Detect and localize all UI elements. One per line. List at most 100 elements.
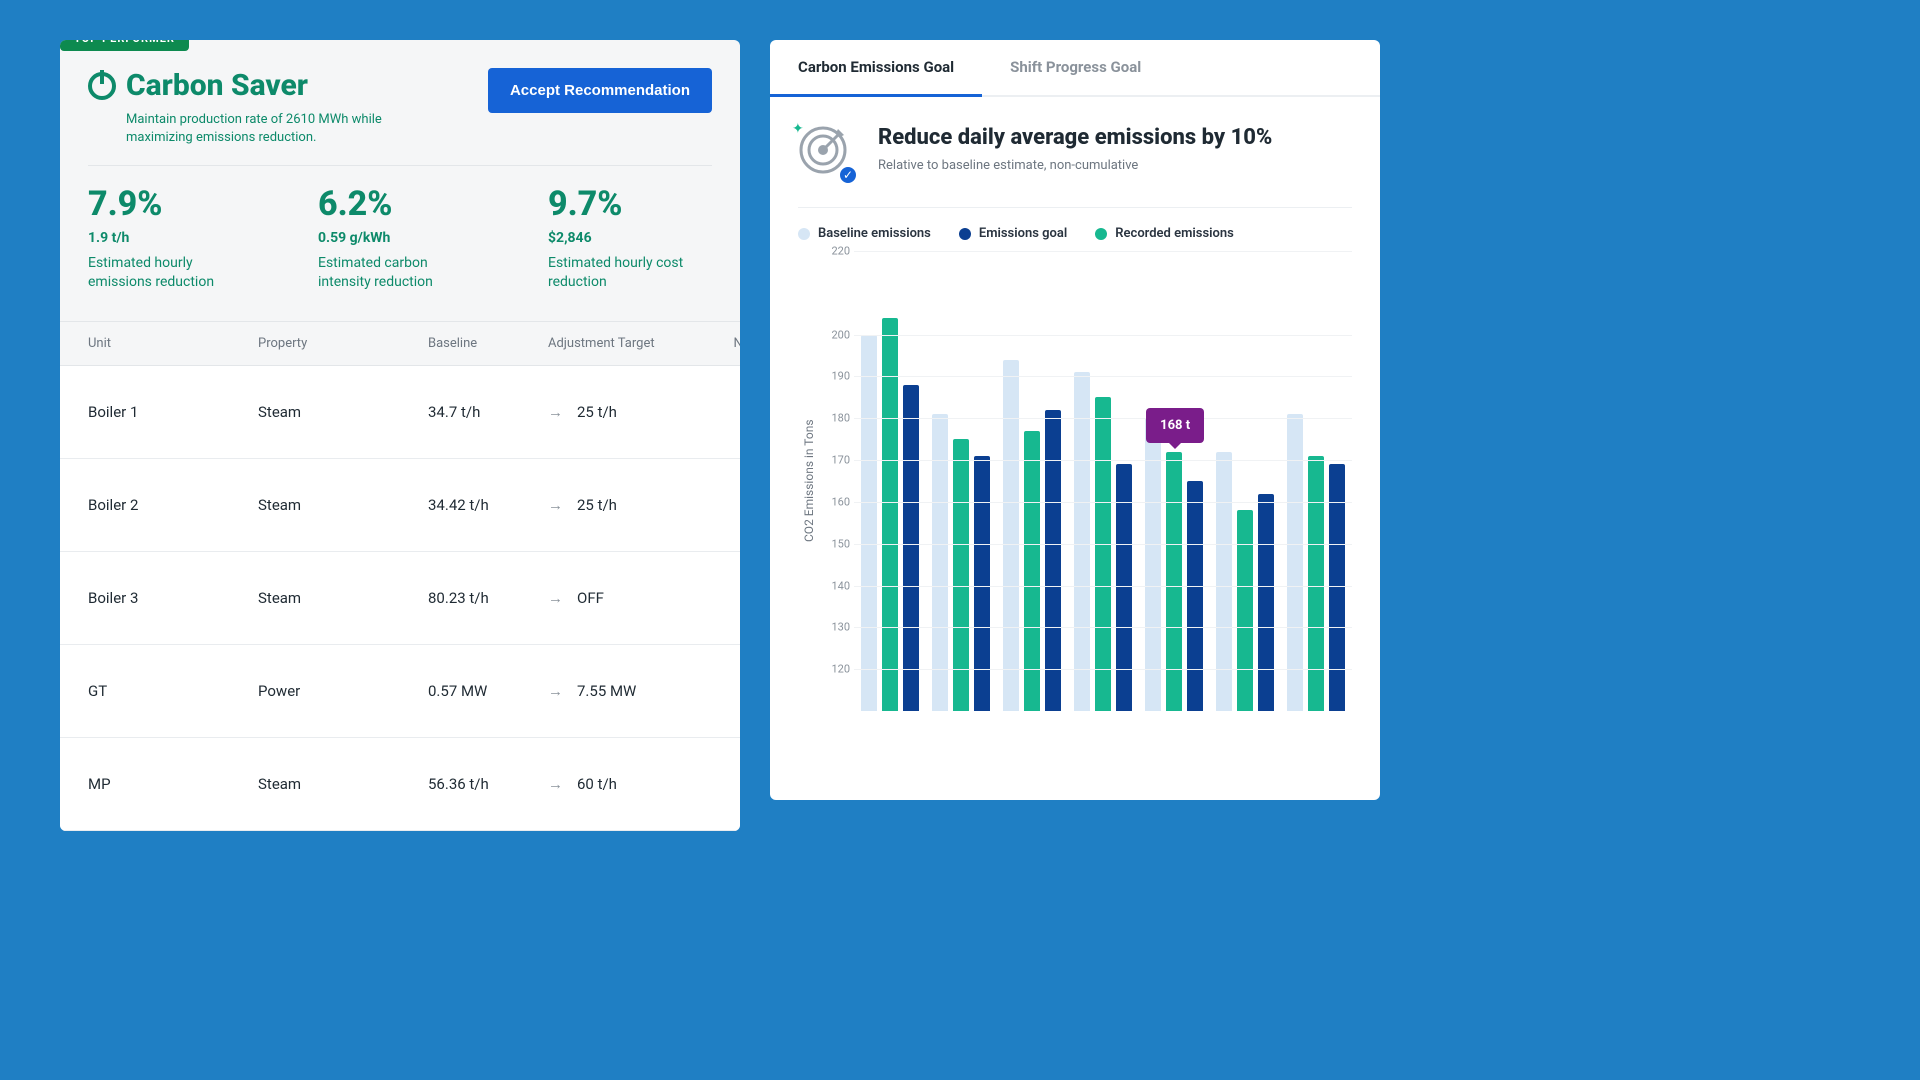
y-tick: 220 (831, 245, 850, 258)
bar-group (1281, 251, 1352, 711)
emissions-chart: CO2 Emissions in Tons 220 200 190 180 170 160… (770, 247, 1380, 711)
cell-unit: Boiler 3 (88, 589, 258, 607)
metric-sub: 0.59 g/kWh (318, 230, 478, 246)
metric-label: Estimated carbon intensity reduction (318, 254, 478, 290)
metric-sub: $2,846 (548, 230, 708, 246)
y-tick: 200 (831, 328, 850, 341)
table-header: Unit Property Baseline Adjustment Target… (60, 321, 740, 366)
goal-subtitle: Relative to baseline estimate, non-cumul… (878, 158, 1272, 173)
cell-adjustment: →7.55 MW (548, 682, 678, 700)
y-tick: 170 (831, 454, 850, 467)
cell-adjustment: →25 t/h (548, 403, 678, 421)
bar[interactable] (1308, 456, 1324, 711)
bar-group (854, 251, 925, 711)
col-unit: Unit (88, 336, 258, 351)
cell-baseline: 80.23 t/h (428, 589, 548, 607)
bar[interactable] (1287, 414, 1303, 711)
metric-label: Estimated hourly cost reduction (548, 254, 708, 290)
metrics-row: 7.9% 1.9 t/h Estimated hourly emissions … (88, 184, 712, 298)
tab-shift-progress-goal[interactable]: Shift Progress Goal (982, 40, 1169, 97)
col-adjustment: Adjustment Target (548, 336, 678, 351)
y-tick: 160 (831, 495, 850, 508)
bar[interactable] (932, 414, 948, 711)
bar[interactable] (1145, 418, 1161, 711)
metric: 9.7% $2,846 Estimated hourly cost reduct… (548, 184, 708, 290)
table-row: MP Steam 56.36 t/h →60 t/h + (60, 738, 740, 831)
col-property: Property (258, 336, 428, 351)
metric-pct: 9.7% (548, 184, 708, 224)
y-axis-label: CO2 Emissions in Tons (798, 251, 820, 711)
bar[interactable] (1237, 510, 1253, 711)
arrow-right-icon: → (548, 589, 563, 607)
target-icon: ✦ ✓ (798, 125, 856, 183)
card-title: Carbon Saver (126, 68, 308, 103)
cell-unit: Boiler 1 (88, 403, 258, 421)
bar-group (1210, 251, 1281, 711)
cell-baseline: 34.42 t/h (428, 496, 548, 514)
card-subtitle: Maintain production rate of 2610 MWh whi… (126, 111, 426, 147)
col-notes: Notes (678, 336, 740, 351)
bar[interactable] (974, 456, 990, 711)
legend-recorded: Recorded emissions (1115, 226, 1234, 241)
metric-label: Estimated hourly emissions reduction (88, 254, 248, 290)
metric-pct: 7.9% (88, 184, 248, 224)
table-row: Boiler 1 Steam 34.7 t/h →25 t/h + (60, 366, 740, 459)
y-tick: 140 (831, 579, 850, 592)
cell-baseline: 56.36 t/h (428, 775, 548, 793)
bar[interactable] (953, 439, 969, 711)
bar-group (996, 251, 1067, 711)
table-row: Boiler 3 Steam 80.23 t/h →OFF 1 (60, 552, 740, 645)
bar[interactable] (1258, 494, 1274, 711)
arrow-right-icon: → (548, 496, 563, 514)
tabs: Carbon Emissions GoalShift Progress Goal (770, 40, 1380, 97)
metric-sub: 1.9 t/h (88, 230, 248, 246)
top-performer-badge: TOP PERFORMER (60, 40, 189, 51)
cell-unit: MP (88, 775, 258, 793)
cell-property: Steam (258, 775, 428, 793)
bar[interactable] (1095, 397, 1111, 711)
cell-adjustment: →60 t/h (548, 775, 678, 793)
bar-group (925, 251, 996, 711)
y-tick: 190 (831, 370, 850, 383)
cell-adjustment: →25 t/h (548, 496, 678, 514)
goal-title: Reduce daily average emissions by 10% (878, 125, 1272, 150)
accept-recommendation-button[interactable]: Accept Recommendation (488, 68, 712, 113)
bar[interactable] (1166, 452, 1182, 711)
chart-legend: Baseline emissions Emissions goal Record… (770, 218, 1380, 247)
y-tick: 150 (831, 537, 850, 550)
bar[interactable] (903, 385, 919, 711)
emissions-goal-card: Carbon Emissions GoalShift Progress Goal… (770, 40, 1380, 800)
table-row: Boiler 2 Steam 34.42 t/h →25 t/h + (60, 459, 740, 552)
arrow-right-icon: → (548, 403, 563, 421)
legend-goal: Emissions goal (979, 226, 1067, 241)
check-icon: ✓ (838, 165, 858, 185)
arrow-right-icon: → (548, 775, 563, 793)
cell-property: Steam (258, 496, 428, 514)
y-tick: 180 (831, 412, 850, 425)
cell-property: Steam (258, 403, 428, 421)
cell-unit: GT (88, 682, 258, 700)
bar[interactable] (1003, 360, 1019, 711)
bar-group (1067, 251, 1138, 711)
bar[interactable] (1216, 452, 1232, 711)
table-row: GT Power 0.57 MW →7.55 MW + (60, 645, 740, 738)
y-tick: 130 (831, 621, 850, 634)
chart-tooltip: 168 t (1146, 408, 1204, 443)
cell-adjustment: →OFF (548, 589, 678, 607)
cell-baseline: 0.57 MW (428, 682, 548, 700)
cell-baseline: 34.7 t/h (428, 403, 548, 421)
legend-baseline: Baseline emissions (818, 226, 931, 241)
cell-property: Power (258, 682, 428, 700)
metric: 7.9% 1.9 t/h Estimated hourly emissions … (88, 184, 248, 290)
bar[interactable] (1187, 481, 1203, 711)
bar[interactable] (1045, 410, 1061, 711)
bar[interactable] (1074, 372, 1090, 711)
metric: 6.2% 0.59 g/kWh Estimated carbon intensi… (318, 184, 478, 290)
bar[interactable] (861, 335, 877, 711)
power-icon (88, 72, 116, 100)
tab-carbon-emissions-goal[interactable]: Carbon Emissions Goal (770, 40, 982, 97)
metric-pct: 6.2% (318, 184, 478, 224)
arrow-right-icon: → (548, 682, 563, 700)
sparkle-icon: ✦ (792, 121, 804, 137)
col-baseline: Baseline (428, 336, 548, 351)
